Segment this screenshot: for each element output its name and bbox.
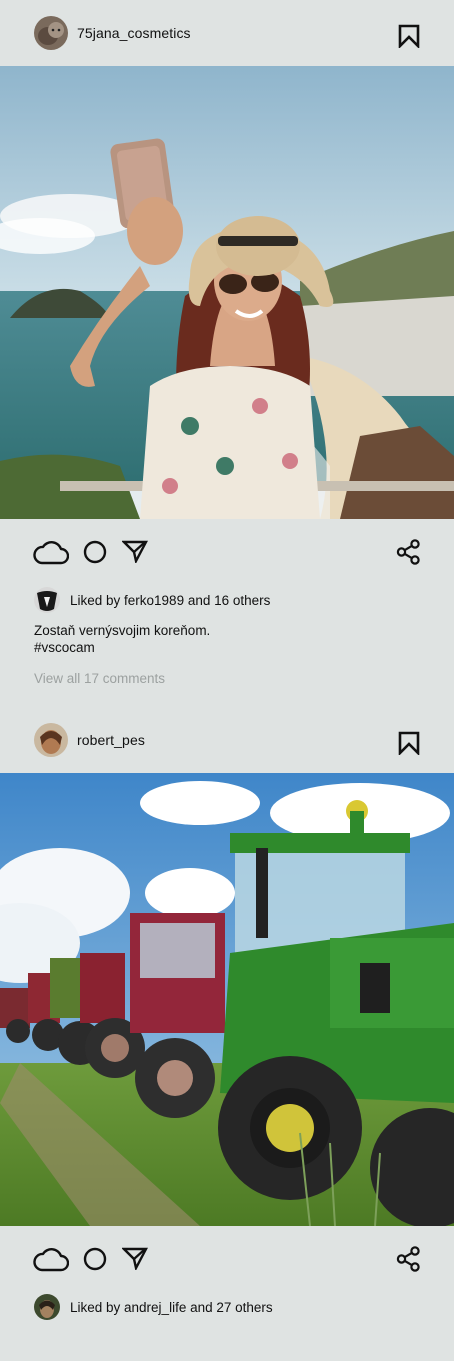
caption: Zostaň vernýsvojim koreňom. #vscocam <box>0 622 454 656</box>
post-photo <box>0 773 454 1226</box>
share-icon[interactable] <box>396 1246 421 1272</box>
likes-text[interactable]: Liked by ferko1989 and 16 others <box>70 593 270 608</box>
caption-hashtag[interactable]: #vscocam <box>34 639 454 656</box>
likes-row: Liked by andrej_life and 27 others <box>0 1293 454 1321</box>
post-2: robert_pes Liked by andrej_life and 27 o… <box>0 707 454 1321</box>
share-icon[interactable] <box>396 539 421 565</box>
post-header: 75jana_cosmetics <box>0 0 454 66</box>
post-actions <box>0 1226 454 1292</box>
avatar[interactable] <box>34 16 68 50</box>
post-actions <box>0 519 454 585</box>
send-icon[interactable] <box>122 1246 148 1270</box>
liker-avatar[interactable] <box>34 587 60 613</box>
circle-icon[interactable] <box>83 1247 107 1271</box>
caption-text: Zostaň vernýsvojim koreňom. <box>34 623 211 638</box>
bookmark-icon[interactable] <box>398 731 420 755</box>
send-icon[interactable] <box>122 539 148 563</box>
username[interactable]: 75jana_cosmetics <box>77 25 191 41</box>
post-photo <box>0 66 454 519</box>
likes-text[interactable]: Liked by andrej_life and 27 others <box>70 1300 273 1315</box>
post-header: robert_pes <box>0 707 454 773</box>
avatar[interactable] <box>34 723 68 757</box>
post-1: 75jana_cosmetics Liked by ferko1989 and … <box>0 0 454 686</box>
view-comments-link[interactable]: View all 17 comments <box>0 671 454 686</box>
cloud-icon[interactable] <box>33 539 69 565</box>
liker-avatar[interactable] <box>34 1294 60 1320</box>
circle-icon[interactable] <box>83 540 107 564</box>
username[interactable]: robert_pes <box>77 732 145 748</box>
bookmark-icon[interactable] <box>398 24 420 48</box>
cloud-icon[interactable] <box>33 1246 69 1272</box>
likes-row: Liked by ferko1989 and 16 others <box>0 586 454 614</box>
